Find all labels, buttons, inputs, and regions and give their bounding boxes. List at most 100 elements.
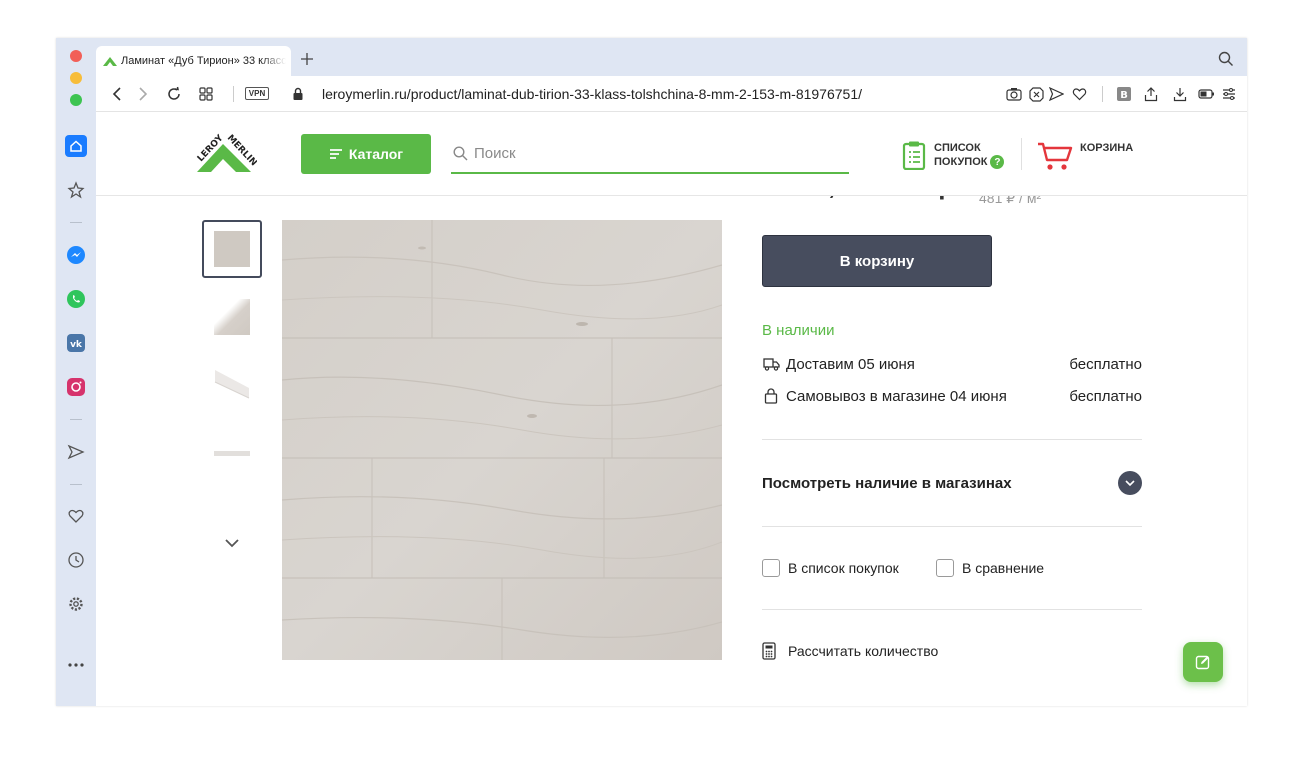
shopping-list-line2: ПОКУПОК xyxy=(934,155,988,168)
feedback-edit-button[interactable] xyxy=(1183,642,1223,682)
catalog-button[interactable]: Каталог xyxy=(301,134,431,174)
bookmark-heart-icon[interactable] xyxy=(1070,85,1088,103)
delivery-cost: бесплатно xyxy=(1069,355,1142,373)
svg-text:B: B xyxy=(1120,90,1128,101)
svg-text:vk: vk xyxy=(70,340,83,350)
more-dots-icon[interactable] xyxy=(65,654,87,676)
messenger-icon[interactable] xyxy=(65,244,87,266)
checkbox-box[interactable] xyxy=(936,559,954,577)
stores-availability-accordion[interactable]: Посмотреть наличие в магазинах xyxy=(762,470,1142,496)
edit-pencil-icon xyxy=(1195,655,1210,670)
minimize-window-button[interactable] xyxy=(70,72,82,84)
settings-gear-icon[interactable] xyxy=(65,593,87,615)
back-arrow-icon[interactable] xyxy=(108,85,126,103)
checkbox-box[interactable] xyxy=(762,559,780,577)
product-thumbnail[interactable] xyxy=(202,356,262,414)
compare-checkbox[interactable]: В сравнение xyxy=(936,558,1044,578)
search-icon xyxy=(453,145,468,160)
pickup-row: Самовывоз в магазине 04 июня бесплатно xyxy=(762,385,1142,407)
share-send-icon[interactable] xyxy=(1047,85,1065,103)
maximize-window-button[interactable] xyxy=(70,94,82,106)
search-input[interactable] xyxy=(474,144,834,162)
thumbnails-down-chevron-icon[interactable] xyxy=(223,534,241,552)
leroy-merlin-favicon-icon xyxy=(103,57,117,66)
product-thumbnail[interactable] xyxy=(202,220,262,278)
delivery-label: Доставим 05 июня xyxy=(786,355,915,373)
menu-lines-icon xyxy=(329,149,342,159)
camera-icon[interactable] xyxy=(1005,85,1023,103)
tab-search-icon[interactable] xyxy=(1218,51,1234,67)
add-to-list-checkbox[interactable]: В список покупок xyxy=(762,558,899,578)
sidebar-separator xyxy=(70,419,82,420)
address-bar: VPN leroymerlin.ru/product/laminat-dub-t… xyxy=(96,76,1247,112)
calculator-icon xyxy=(762,642,776,660)
thumbnail-image xyxy=(214,370,250,399)
new-tab-plus-icon[interactable] xyxy=(299,51,315,67)
shopping-list-link[interactable]: СПИСОК ПОКУПОК ? xyxy=(934,142,1005,169)
main-product-image[interactable] xyxy=(282,220,722,660)
whatsapp-icon[interactable] xyxy=(65,288,87,310)
calculate-quantity-link[interactable]: Рассчитать количество xyxy=(762,640,938,662)
tab-bar: Ламинат «Дуб Тирион» 33 класс xyxy=(96,38,1247,76)
catalog-label: Каталог xyxy=(348,146,404,162)
calculate-label: Рассчитать количество xyxy=(788,643,939,659)
reload-icon[interactable] xyxy=(165,85,183,103)
delivery-row: Доставим 05 июня бесплатно xyxy=(762,353,1142,375)
add-to-list-label: В список покупок xyxy=(788,560,899,576)
product-thumbnail[interactable] xyxy=(202,424,262,482)
extension-b-icon[interactable]: B xyxy=(1115,85,1133,103)
site-header: LEROY MERLIN Каталог СПИСОК ПОКУПОК ? xyxy=(96,112,1247,196)
tiles-grid-icon[interactable] xyxy=(197,85,215,103)
vpn-badge[interactable]: VPN xyxy=(245,87,269,100)
web-page: 1 035,59 ₽ / кор. 481 ₽ / м² LEROY MERLI… xyxy=(96,112,1247,706)
lock-icon[interactable] xyxy=(289,85,307,103)
home-icon[interactable] xyxy=(65,135,87,157)
shopping-list-line1: СПИСОК xyxy=(934,142,981,154)
product-thumbnail[interactable] xyxy=(202,288,262,346)
shopping-list-icon[interactable] xyxy=(902,140,928,171)
speed-dial-icon[interactable] xyxy=(65,179,87,201)
pickup-label: Самовывоз в магазине 04 июня xyxy=(786,387,1007,405)
stores-accordion-label: Посмотреть наличие в магазинах xyxy=(762,474,1012,492)
easy-setup-icon[interactable] xyxy=(1220,85,1238,103)
heart-icon[interactable] xyxy=(65,505,87,527)
tab-leroy-merlin[interactable]: Ламинат «Дуб Тирион» 33 класс xyxy=(96,46,291,76)
add-to-cart-button[interactable]: В корзину xyxy=(762,235,992,287)
address-separator xyxy=(1102,86,1103,102)
send-icon[interactable] xyxy=(65,441,87,463)
pickup-cost: бесплатно xyxy=(1069,387,1142,405)
vk-icon[interactable]: vk xyxy=(65,332,87,354)
history-icon[interactable] xyxy=(65,549,87,571)
tab-title: Ламинат «Дуб Тирион» 33 класс xyxy=(121,55,286,67)
chevron-down-icon[interactable] xyxy=(1118,471,1142,495)
battery-icon[interactable] xyxy=(1197,85,1215,103)
browser-sidebar: vk xyxy=(56,38,96,706)
leroy-merlin-logo[interactable]: LEROY MERLIN xyxy=(193,132,258,176)
upload-share-icon[interactable] xyxy=(1142,85,1160,103)
delivery-truck-icon xyxy=(762,355,780,373)
sidebar-separator xyxy=(70,222,82,223)
compare-label: В сравнение xyxy=(962,560,1045,576)
header-separator xyxy=(1021,138,1022,170)
availability-status: В наличии xyxy=(762,322,835,339)
cart-link[interactable]: КОРЗИНА xyxy=(1080,142,1133,155)
download-icon[interactable] xyxy=(1171,85,1189,103)
forward-arrow-icon[interactable] xyxy=(134,85,152,103)
section-divider xyxy=(762,526,1142,527)
url-field[interactable]: leroymerlin.ru/product/laminat-dub-tirio… xyxy=(322,86,862,102)
search-bar xyxy=(451,134,849,174)
thumbnail-image xyxy=(214,231,250,267)
browser-window: vk Ламинат «Дуб Тирион» 33 класс VPN ler… xyxy=(56,38,1247,706)
close-window-button[interactable] xyxy=(70,50,82,62)
shopping-bag-icon xyxy=(762,387,780,405)
cart-icon[interactable] xyxy=(1037,140,1073,172)
adblock-icon[interactable] xyxy=(1027,85,1045,103)
thumbnail-image xyxy=(214,299,250,335)
sidebar-separator xyxy=(70,484,82,485)
address-separator xyxy=(233,86,234,102)
help-question-icon[interactable]: ? xyxy=(990,155,1005,169)
section-divider xyxy=(762,439,1142,440)
thumbnail-image xyxy=(214,450,250,456)
instagram-icon[interactable] xyxy=(65,376,87,398)
section-divider xyxy=(762,609,1142,610)
